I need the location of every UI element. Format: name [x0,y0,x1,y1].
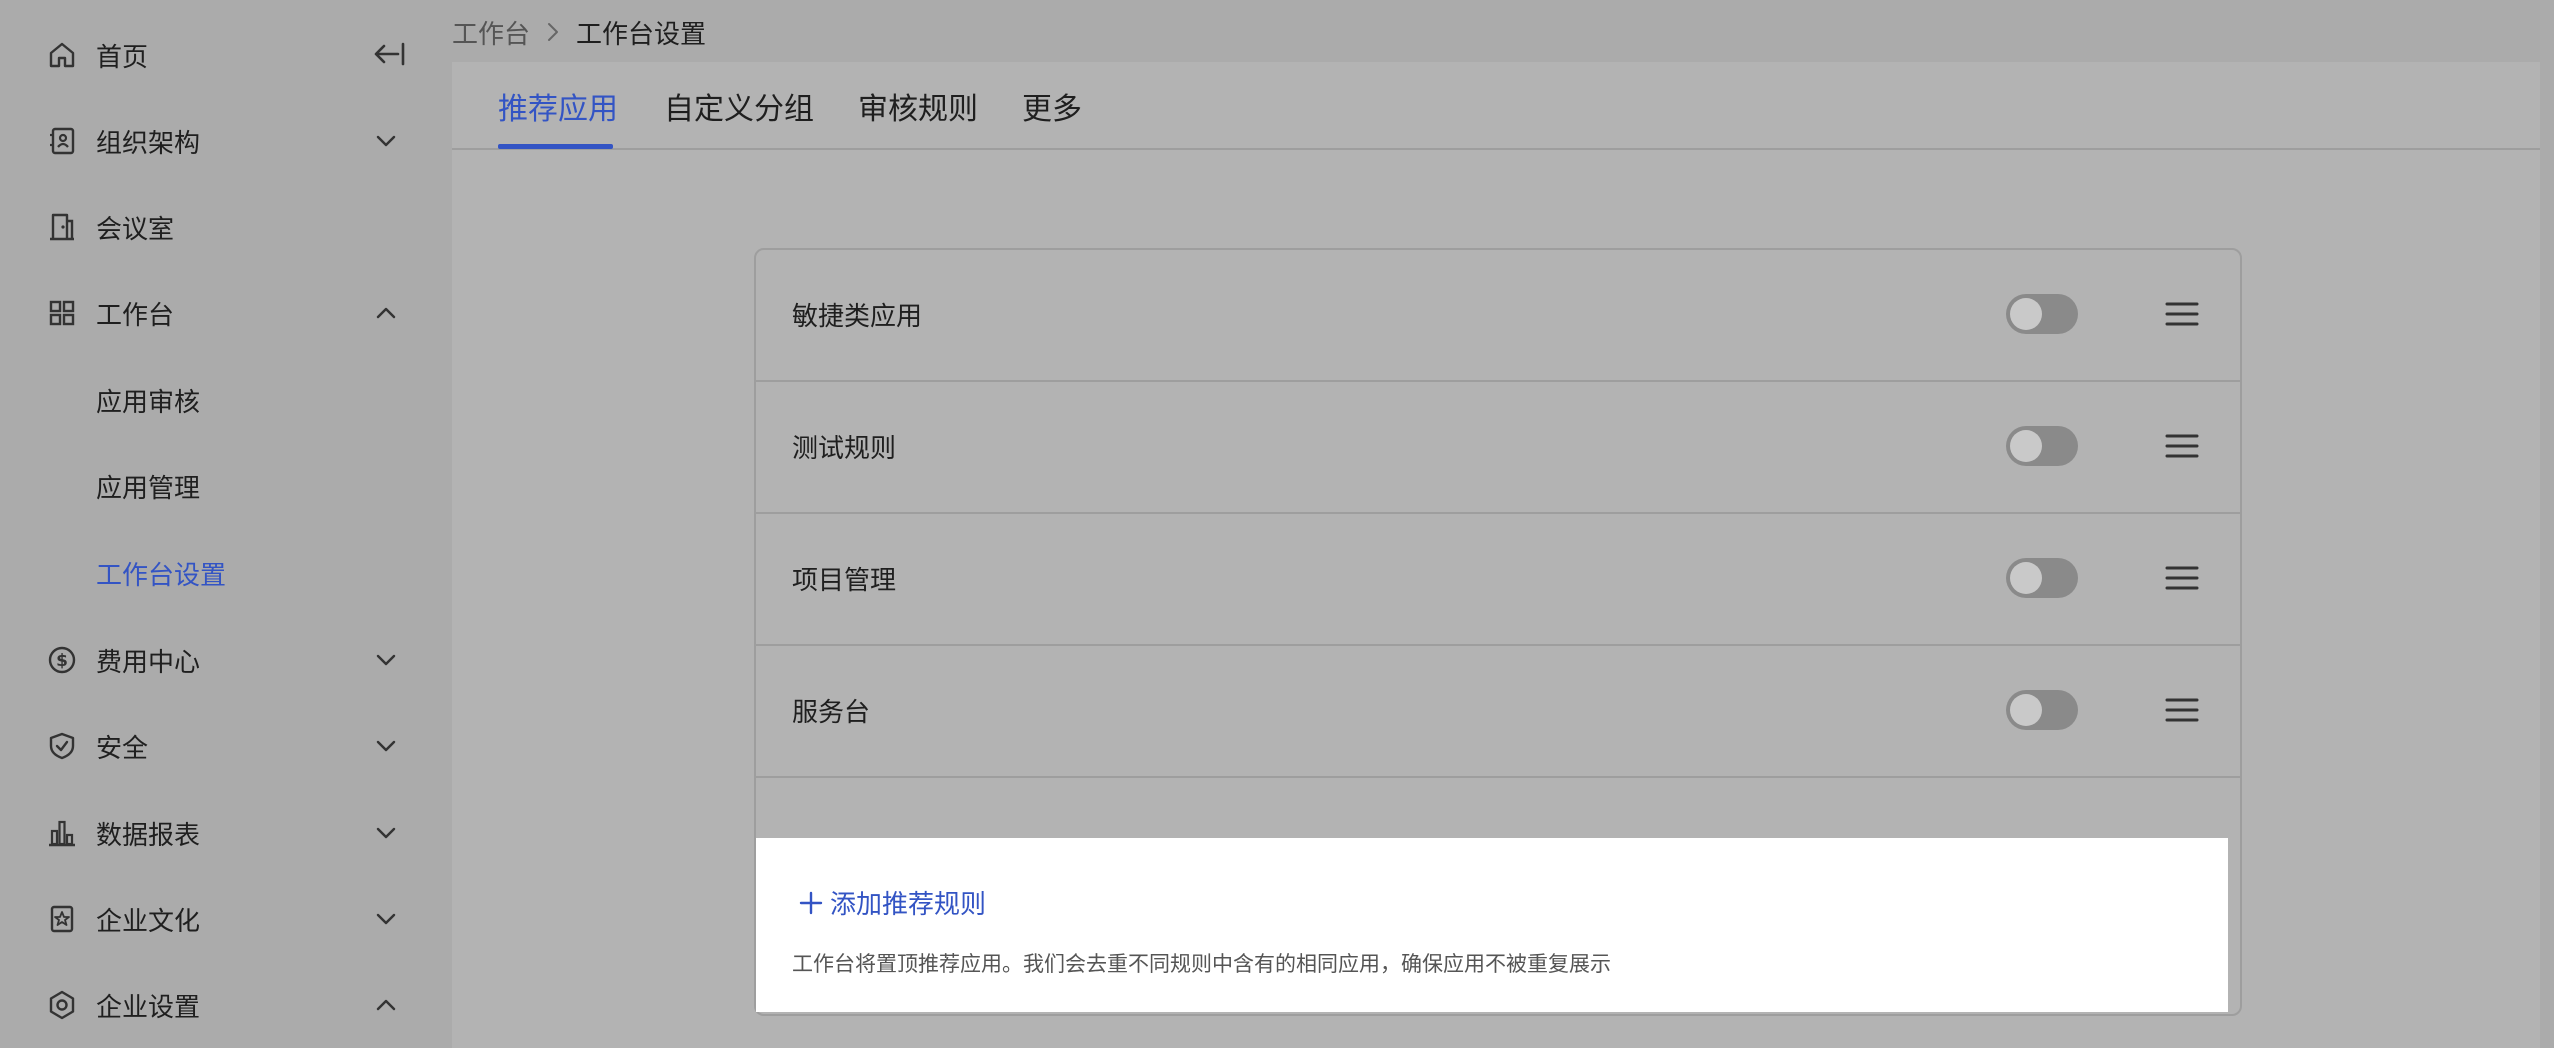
drag-handle-icon[interactable] [2164,692,2200,728]
sidebar-item-workbench-settings[interactable]: 工作台设置 [0,530,452,616]
sidebar-item-label: 首页 [96,42,149,73]
sidebar-item-reports[interactable]: 数据报表 [0,790,452,876]
rule-row: 测试规则 [756,382,2240,514]
main-panel: 推荐应用 自定义分组 审核规则 更多 敏捷类应用 测试规则 项目管理 服务台 添… [452,62,2540,1048]
chevron-down-icon [370,817,402,849]
breadcrumb: 工作台 工作台设置 [452,12,706,52]
home-icon [46,39,78,71]
shield-icon [46,730,78,762]
sidebar-item-security[interactable]: 安全 [0,703,452,789]
rule-name: 服务台 [792,698,871,728]
sidebar-item-label: 企业设置 [96,992,201,1023]
toggle-knob [2010,430,2042,462]
tab-more[interactable]: 更多 [1022,84,1082,128]
hexagon-settings-icon [46,989,78,1021]
rule-name: 项目管理 [792,566,897,596]
recommend-rules-card: 敏捷类应用 测试规则 项目管理 服务台 添加推荐规则 工作台将置顶推荐应用。我们… [754,248,2242,1016]
rule-name: 敏捷类应用 [792,302,923,332]
door-icon [46,211,78,243]
sidebar-item-label: 组织架构 [96,128,201,159]
drag-handle-icon[interactable] [2164,428,2200,464]
sidebar-item-enterprise-settings[interactable]: 企业设置 [0,962,452,1048]
sidebar-item-label: 工作台设置 [96,560,227,591]
sidebar-item-home[interactable]: 首页 [0,12,452,98]
sidebar-item-app-management[interactable]: 应用管理 [0,443,452,529]
tab-bar: 推荐应用 自定义分组 审核规则 更多 [452,62,2540,150]
svg-text:$: $ [56,651,68,671]
drag-handle-icon[interactable] [2164,296,2200,332]
plus-icon [799,891,823,914]
tab-review-rules[interactable]: 审核规则 [858,84,978,128]
rule-row: 敏捷类应用 [756,250,2240,382]
sidebar-item-billing[interactable]: $ 费用中心 [0,617,452,703]
sidebar-item-workbench[interactable]: 工作台 [0,270,452,356]
rule-toggle[interactable] [2006,558,2078,598]
sidebar-item-label: 数据报表 [96,820,201,851]
chevron-down-icon [370,730,402,762]
tab-custom-groups[interactable]: 自定义分组 [664,84,814,128]
sidebar-item-meeting-room[interactable]: 会议室 [0,184,452,270]
chevron-up-icon [370,989,402,1021]
add-rule-panel: 添加推荐规则 工作台将置顶推荐应用。我们会去重不同规则中含有的相同应用，确保应用… [756,838,2228,1012]
toggle-knob [2010,694,2042,726]
chevron-right-icon [548,23,559,41]
sidebar-item-label: 工作台 [96,300,175,331]
drag-handle-icon[interactable] [2164,560,2200,596]
grid-icon [46,297,78,329]
add-rule-label: 添加推荐规则 [830,890,987,920]
rule-toggle[interactable] [2006,294,2078,334]
add-rule-button[interactable]: 添加推荐规则 [798,884,986,921]
sidebar: 首页 组织架构 会议室 工作台 应用审核 应用管理 工作台设置 $ 费用中心 安… [0,0,452,1048]
chevron-down-icon [370,644,402,676]
hint-text: 工作台将置顶推荐应用。我们会去重不同规则中含有的相同应用，确保应用不被重复展示 [792,952,1611,976]
bar-chart-icon [46,817,78,849]
rule-toggle[interactable] [2006,690,2078,730]
active-tab-indicator [498,144,613,149]
sidebar-item-label: 应用审核 [96,387,201,418]
toggle-knob [2010,298,2042,330]
breadcrumb-current: 工作台设置 [576,19,707,50]
chevron-up-icon [370,297,402,329]
sidebar-item-label: 费用中心 [96,647,201,678]
sidebar-item-app-review[interactable]: 应用审核 [0,357,452,443]
sidebar-item-label: 应用管理 [96,473,201,504]
sidebar-item-label: 企业文化 [96,906,201,937]
chevron-down-icon [370,125,402,157]
rule-row: 服务台 [756,646,2240,778]
tab-recommended-apps[interactable]: 推荐应用 [498,84,618,128]
sidebar-item-organization[interactable]: 组织架构 [0,98,452,184]
contacts-icon [46,125,78,157]
star-badge-icon [46,903,78,935]
breadcrumb-parent[interactable]: 工作台 [452,14,530,51]
rule-toggle[interactable] [2006,426,2078,466]
sidebar-item-label: 安全 [96,733,149,764]
sidebar-item-label: 会议室 [96,214,175,245]
chevron-down-icon [370,903,402,935]
sidebar-item-culture[interactable]: 企业文化 [0,876,452,962]
rule-name: 测试规则 [792,434,897,464]
dollar-icon: $ [46,644,78,676]
rule-row: 项目管理 [756,514,2240,646]
toggle-knob [2010,562,2042,594]
